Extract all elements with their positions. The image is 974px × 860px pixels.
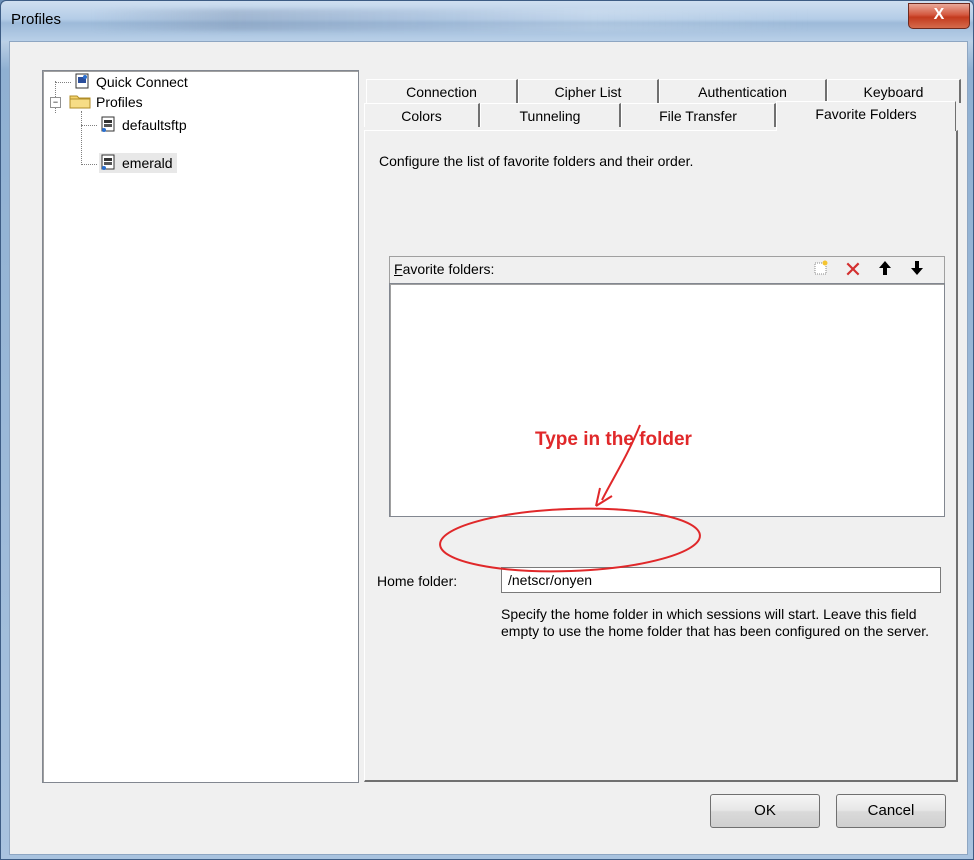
favorite-folders-panel: Configure the list of favorite folders a… (364, 130, 958, 782)
tree-item-defaultsftp[interactable]: defaultsftp (99, 115, 187, 135)
folder-icon (69, 93, 91, 114)
tab-tunneling[interactable]: Tunneling (480, 103, 621, 127)
favorite-folders-label-text: avorite folders: (402, 261, 495, 277)
tree-item-quick-connect[interactable]: Quick Connect (73, 72, 188, 92)
tab-favorite-folders[interactable]: Favorite Folders (776, 101, 956, 131)
close-button[interactable]: X (908, 3, 970, 29)
tree-line (55, 82, 71, 83)
favorite-folders-header: Favorite folders: ✕ (389, 256, 945, 283)
tab-keyboard[interactable]: Keyboard (827, 79, 961, 103)
ok-button[interactable]: OK (710, 794, 820, 828)
dialog-client: Quick Connect − Profiles defaultsftp eme… (9, 41, 968, 855)
move-up-icon[interactable] (874, 259, 896, 281)
tree-item-label: defaultsftp (122, 117, 187, 134)
tab-strip: Connection Cipher List Authentication Ke… (364, 72, 964, 132)
profile-icon (99, 115, 117, 138)
tree-line (81, 164, 97, 165)
tree-item-emerald[interactable]: emerald (99, 153, 177, 173)
tree-item-label: emerald (122, 155, 173, 172)
tab-cipher-list[interactable]: Cipher List (518, 79, 659, 103)
accelerator-letter: F (394, 261, 403, 277)
home-folder-label: Home folder: (377, 573, 458, 589)
profiles-window: Profiles X Quick Connect − Profiles defa… (0, 0, 974, 860)
home-folder-help: Specify the home folder in which session… (501, 606, 930, 639)
title-bar[interactable]: Profiles X (1, 1, 973, 41)
tree-item-label: Profiles (96, 94, 143, 110)
tab-connection[interactable]: Connection (366, 79, 518, 103)
window-title: Profiles (11, 11, 62, 28)
home-folder-input[interactable] (501, 567, 941, 593)
profiles-tree[interactable]: Quick Connect − Profiles defaultsftp eme… (42, 70, 359, 783)
new-folder-icon[interactable] (810, 259, 832, 281)
favorite-folders-label: Favorite folders: (394, 261, 494, 277)
tree-line (81, 111, 82, 165)
title-bar-background (91, 9, 811, 31)
tree-line (81, 125, 97, 126)
cancel-button[interactable]: Cancel (836, 794, 946, 828)
tree-item-label: Quick Connect (96, 74, 188, 91)
tab-file-transfer[interactable]: File Transfer (621, 103, 776, 127)
profile-icon (99, 153, 117, 176)
panel-description: Configure the list of favorite folders a… (379, 153, 694, 169)
tab-colors[interactable]: Colors (364, 103, 480, 127)
favorite-folders-list[interactable] (389, 283, 945, 517)
move-down-icon[interactable] (906, 259, 928, 281)
annotation-label: Type in the folder (535, 429, 692, 450)
collapse-profiles-button[interactable]: − (50, 97, 61, 108)
delete-icon[interactable]: ✕ (842, 259, 864, 281)
tab-authentication[interactable]: Authentication (659, 79, 827, 103)
tree-item-profiles[interactable]: Profiles (69, 92, 143, 112)
